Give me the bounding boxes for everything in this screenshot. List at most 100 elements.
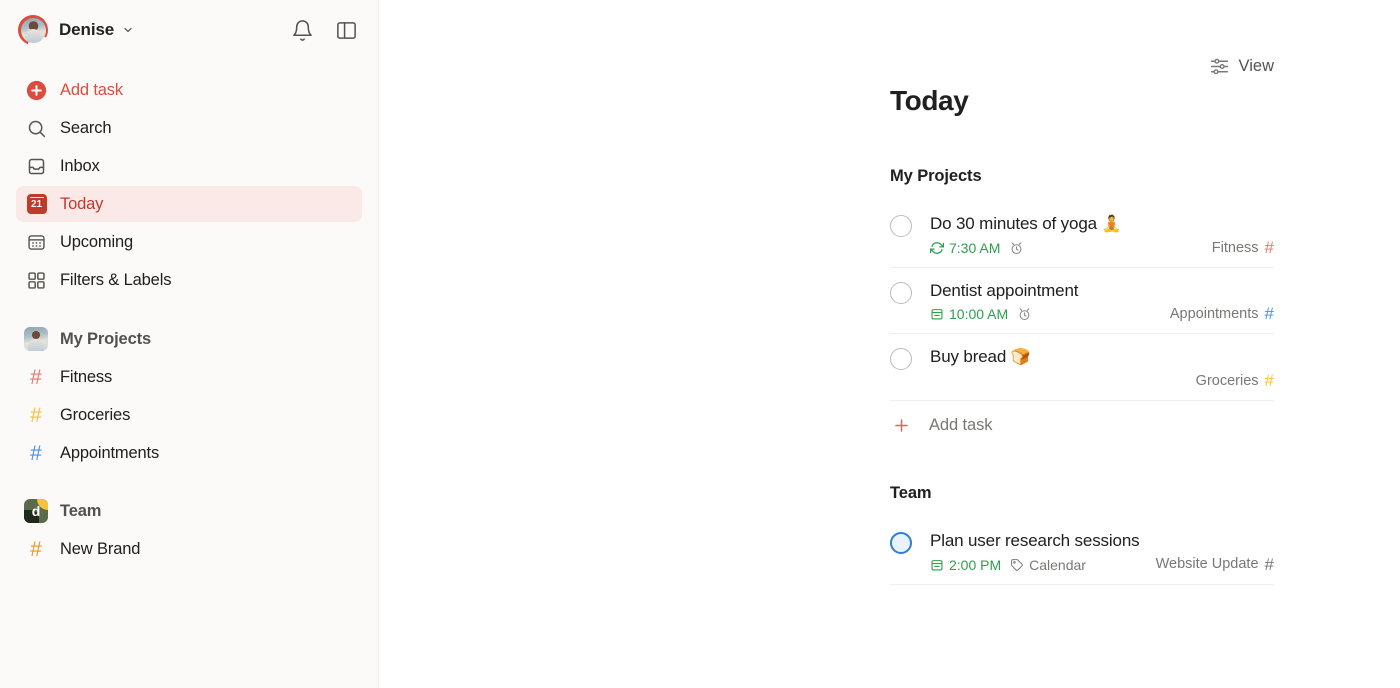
sidebar-item-search[interactable]: Search — [16, 110, 362, 146]
task-label-text: Calendar — [1029, 556, 1086, 573]
page-title: Today — [890, 85, 969, 116]
sidebar-header: Denise — [0, 0, 378, 60]
task-title: Dentist appointment — [930, 281, 1079, 300]
calendar-grid-icon — [24, 232, 49, 253]
hash-icon: # — [1264, 304, 1274, 324]
plus-circle-icon — [24, 80, 49, 101]
app-root: Denise Add task Search Inbox 21 Today Up… — [0, 0, 1400, 688]
sidebar-item-filters-labels[interactable]: Filters & Labels — [16, 262, 362, 298]
project-label: New Brand — [60, 539, 141, 558]
sidebar-item-label: Search — [60, 118, 112, 137]
task-list-my-projects: Do 30 minutes of yoga 🧘 7:30 AM Fitness … — [890, 201, 1274, 435]
task-title-wrap: Plan user research sessions — [930, 530, 1274, 551]
task-checkbox[interactable] — [890, 532, 912, 555]
sidebar-group-title: My Projects — [60, 329, 151, 348]
avatar-image — [20, 17, 46, 43]
task-title: Do 30 minutes of yoga — [930, 214, 1097, 233]
view-button-label: View — [1238, 57, 1274, 75]
project-label: Appointments — [60, 443, 160, 462]
sliders-icon — [1209, 56, 1230, 77]
filters-labels-icon — [24, 270, 49, 291]
calendar-icon — [930, 307, 944, 321]
task-due: 10:00 AM — [930, 306, 1008, 322]
add-task-label: Add task — [929, 416, 993, 435]
sidebar-project-fitness[interactable]: # Fitness — [16, 358, 362, 396]
hash-icon: # — [1264, 554, 1274, 574]
task-emoji: 🍞 — [1010, 349, 1031, 367]
sidebar-item-label: Add task — [60, 80, 124, 99]
hash-icon: # — [1264, 371, 1274, 391]
task-checkbox[interactable] — [890, 215, 912, 237]
task-title-wrap: Buy bread 🍞 — [930, 346, 1274, 368]
task-project-name: Website Update — [1155, 556, 1259, 572]
plus-icon — [890, 416, 912, 435]
sidebar-item-upcoming[interactable]: Upcoming — [16, 224, 362, 260]
task-checkbox[interactable] — [890, 282, 912, 304]
search-icon — [24, 118, 49, 139]
task-title: Buy bread — [930, 347, 1007, 367]
add-task-button[interactable]: Add task — [890, 401, 1274, 435]
view-toolbar: View — [379, 0, 1400, 77]
main-content: View Today My Projects Do 30 minutes of … — [379, 0, 1400, 688]
task-due-text: 10:00 AM — [949, 306, 1009, 323]
task-label[interactable]: Calendar — [1010, 557, 1086, 573]
sidebar-item-add-task[interactable]: Add task — [16, 72, 362, 108]
sidebar-panel-icon[interactable] — [335, 19, 358, 42]
task-title: Plan user research sessions — [930, 531, 1140, 551]
today-date-badge: 21 — [26, 194, 47, 214]
today-view: Today My Projects Do 30 minutes of yoga … — [379, 85, 1400, 585]
sidebar-item-label: Today — [60, 194, 104, 213]
task-title-wrap: Do 30 minutes of yoga 🧘 — [930, 213, 1274, 235]
task-title-wrap: Dentist appointment — [930, 280, 1274, 301]
user-name: Denise — [59, 20, 115, 39]
sidebar: Denise Add task Search Inbox 21 Today Up… — [0, 0, 379, 688]
sidebar-item-label: Inbox — [60, 156, 100, 175]
user-avatar[interactable] — [18, 15, 48, 45]
task-project[interactable]: Appointments # — [1170, 305, 1274, 322]
hash-icon: # — [30, 537, 42, 561]
sidebar-item-label: Upcoming — [60, 232, 134, 251]
task-emoji: 🧘 — [1101, 216, 1122, 233]
task-list-team: Plan user research sessions 2:00 PM Cale… — [890, 518, 1274, 585]
section-title-team: Team — [890, 484, 932, 503]
sidebar-item-label: Filters & Labels — [60, 270, 172, 289]
hash-icon: # — [30, 403, 42, 427]
hash-icon: # — [1264, 238, 1274, 257]
task-due-text: 7:30 AM — [949, 240, 1001, 256]
sidebar-group-header[interactable]: d Team — [16, 492, 362, 530]
alarm-clock-icon — [1009, 241, 1024, 256]
sidebar-item-inbox[interactable]: Inbox — [16, 148, 362, 184]
project-label: Fitness — [60, 367, 113, 386]
bell-icon[interactable] — [291, 19, 314, 42]
task-due: 7:30 AM — [930, 240, 1000, 256]
view-button[interactable]: View — [1209, 56, 1274, 77]
sidebar-nav: Add task Search Inbox 21 Today Upcoming … — [0, 60, 378, 298]
sidebar-project-groceries[interactable]: # Groceries — [16, 396, 362, 434]
task-project-name: Appointments — [1169, 305, 1259, 322]
task-checkbox[interactable] — [890, 348, 912, 371]
task-project[interactable]: Website Update # — [1156, 556, 1274, 573]
task-row[interactable]: Buy bread 🍞 Groceries # — [890, 334, 1274, 402]
hash-icon: # — [30, 365, 42, 389]
sidebar-group-header[interactable]: My Projects — [16, 320, 362, 358]
sidebar-project-appointments[interactable]: # Appointments — [16, 434, 362, 472]
project-label: Groceries — [60, 405, 131, 424]
hash-icon: # — [30, 441, 42, 465]
task-project[interactable]: Fitness # — [1212, 239, 1274, 256]
sidebar-group-my-projects: My Projects # Fitness # Groceries # Appo… — [0, 320, 378, 472]
task-project[interactable]: Groceries # — [1196, 372, 1274, 389]
sidebar-item-today[interactable]: 21 Today — [16, 186, 362, 222]
task-row[interactable]: Do 30 minutes of yoga 🧘 7:30 AM Fitness … — [890, 201, 1274, 268]
my-projects-avatar — [24, 327, 48, 351]
task-row[interactable]: Dentist appointment 10:00 AM Appointment… — [890, 268, 1274, 335]
sidebar-project-new-brand[interactable]: # New Brand — [16, 530, 362, 568]
sidebar-header-actions — [291, 19, 358, 42]
tag-icon — [1010, 558, 1024, 572]
calendar-21-icon: 21 — [24, 194, 49, 214]
recurring-icon — [930, 241, 944, 255]
sidebar-group-title: Team — [60, 501, 102, 520]
chevron-down-icon[interactable] — [114, 24, 134, 36]
task-row[interactable]: Plan user research sessions 2:00 PM Cale… — [890, 518, 1274, 585]
section-title-my-projects: My Projects — [890, 167, 982, 185]
task-due: 2:00 PM — [930, 557, 1001, 573]
